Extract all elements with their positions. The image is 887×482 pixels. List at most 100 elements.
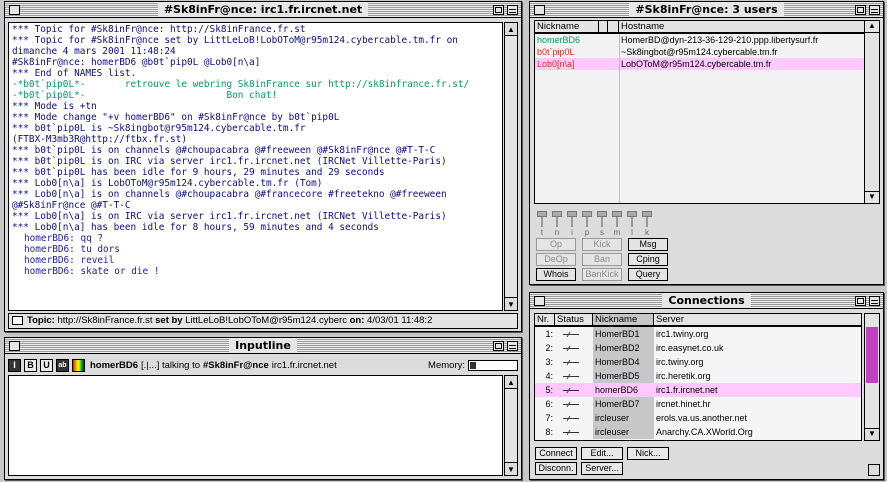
log-line: *** Lob0[n\a] is LobOToM@r95m124.cyberca…	[12, 178, 323, 189]
connection-row[interactable]: 2: HomerBD2 irc.easynet.co.uk	[535, 341, 861, 355]
users-list-scrollbar[interactable]: ▲ ▼	[864, 20, 880, 204]
deop-button[interactable]: DeOp	[536, 253, 576, 266]
query-button[interactable]: Query	[628, 268, 668, 281]
connection-nickname: ircleuser	[593, 425, 654, 439]
connection-status	[555, 383, 593, 397]
mode-switch-t[interactable]: t	[536, 209, 548, 237]
collapse-box-icon[interactable]	[507, 341, 518, 351]
setby-label: set by	[155, 315, 183, 326]
reverse-button[interactable]: ab	[56, 358, 69, 372]
disconnect-button[interactable]: Disconn.	[535, 462, 577, 475]
connection-row[interactable]: 7: ircleuser erols.va.us.another.net	[535, 411, 861, 425]
channel-log[interactable]: *** Topic for #Sk8inFr@nce: http://Sk8in…	[8, 22, 503, 311]
msg-button[interactable]: Msg	[628, 238, 668, 251]
connection-status	[555, 425, 593, 439]
mode-switch-m[interactable]: m	[611, 209, 623, 237]
mode-switch-s[interactable]: s	[596, 209, 608, 237]
close-box-icon[interactable]	[9, 5, 20, 15]
op-button[interactable]: Op	[536, 238, 576, 251]
setby-value: LittLeLoB!LobOToM@r95m124.cyberc	[185, 315, 347, 326]
italic-button[interactable]: I	[8, 358, 21, 372]
message-input[interactable]	[8, 375, 503, 476]
scroll-up-arrow-icon[interactable]: ▲	[505, 376, 517, 389]
zoom-box-icon[interactable]	[493, 5, 504, 15]
server-column-header[interactable]: Server	[654, 314, 861, 325]
channel-window: #Sk8inFr@nce: irc1.fr.ircnet.net *** Top…	[4, 1, 522, 332]
connection-status-icon	[563, 388, 579, 394]
mode-switch-k[interactable]: k	[641, 209, 653, 237]
inputline-scrollbar[interactable]: ▲ ▼	[504, 375, 518, 476]
nickname-column-header[interactable]: Nickname	[535, 21, 599, 32]
column-divider	[619, 34, 620, 203]
connection-status-icon	[563, 332, 579, 338]
scroll-up-arrow-icon[interactable]: ▲	[865, 21, 879, 33]
whois-button[interactable]: Whois	[536, 268, 576, 281]
zoom-box-icon[interactable]	[855, 5, 866, 15]
channel-log-scrollbar[interactable]: ▲ ▼	[504, 22, 518, 311]
connect-button[interactable]: Connect	[535, 447, 577, 460]
mode-letter: t	[540, 228, 544, 237]
topic-edit-icon[interactable]	[12, 316, 23, 325]
user-row[interactable]: Lob0[n\a] LobOToM@r95m124.cybercable.tm.f…	[535, 58, 864, 70]
scroll-down-arrow-icon[interactable]: ▼	[865, 428, 879, 440]
close-box-icon[interactable]	[534, 296, 545, 306]
zoom-box-icon[interactable]	[493, 341, 504, 351]
bankick-button[interactable]: BanKick	[582, 268, 622, 281]
server-button[interactable]: Server...	[581, 462, 623, 475]
ban-button[interactable]: Ban	[582, 253, 622, 266]
connection-status	[555, 341, 593, 355]
scroll-up-arrow-icon[interactable]: ▲	[505, 23, 517, 36]
hostname-column-header[interactable]: Hostname	[619, 21, 864, 32]
scroll-down-arrow-icon[interactable]: ▼	[505, 297, 517, 310]
scroll-down-arrow-icon[interactable]: ▼	[865, 191, 879, 203]
mode-switch-l[interactable]: l	[626, 209, 638, 237]
scroll-down-arrow-icon[interactable]: ▼	[505, 462, 517, 475]
collapse-box-icon[interactable]	[507, 5, 518, 15]
bold-button[interactable]: B	[24, 358, 37, 372]
mode-switch-n[interactable]: n	[551, 209, 563, 237]
status-column-header[interactable]: Status	[555, 314, 593, 325]
user-hostname: HomerBD@dyn-213-36-129-210.ppp.libertysu…	[621, 35, 819, 45]
connection-nickname: HomerBD7	[593, 397, 654, 411]
edit-button[interactable]: Edit...	[581, 447, 623, 460]
users-list[interactable]: homerBD6 HomerBD@dyn-213-36-129-210.ppp.l…	[534, 33, 865, 204]
kick-button[interactable]: Kick	[582, 238, 622, 251]
collapse-box-icon[interactable]	[869, 296, 880, 306]
color-palette-icon[interactable]	[72, 358, 85, 372]
collapse-box-icon[interactable]	[869, 5, 880, 15]
user-row[interactable]: b0t`pip0L ~Sk8ingbot@r95m124.cybercable.t…	[535, 46, 864, 58]
connection-number: 4:	[545, 371, 553, 381]
connections-window-titlebar[interactable]: Connections	[530, 293, 883, 309]
close-box-icon[interactable]	[9, 341, 20, 351]
connection-row[interactable]: 5: homerBD6 irc1.fr.ircnet.net	[535, 383, 861, 397]
nickname-column-header[interactable]: Nickname	[593, 314, 654, 325]
underline-button[interactable]: U	[40, 358, 53, 372]
connection-row[interactable]: 8: ircleuser Anarchy.CA.XWorld.Org	[535, 425, 861, 439]
connection-row[interactable]: 4: HomerBD5 irc.heretik.org	[535, 369, 861, 383]
connections-list[interactable]: 1: HomerBD1 irc1.twiny.org 2: HomerBD2 irc.ea…	[534, 326, 862, 441]
cping-button[interactable]: Cping	[628, 253, 668, 266]
log-line: *** b0t`pip0L has been idle for 9 hours,…	[12, 167, 385, 178]
log-line: (FTBX-M3mb3R@http://ftbx.fr.st)	[12, 134, 187, 145]
user-row[interactable]: homerBD6 HomerBD@dyn-213-36-129-210.ppp.l…	[535, 34, 864, 46]
mode-switch-p[interactable]: p	[581, 209, 593, 237]
talking-server: irc1.fr.ircnet.net	[271, 359, 337, 371]
zoom-box-icon[interactable]	[855, 296, 866, 306]
connection-number: 3:	[545, 357, 553, 367]
inputline-window-titlebar[interactable]: Inputline	[5, 338, 521, 354]
connections-list-scrollbar[interactable]: ▼	[864, 313, 880, 441]
connection-row[interactable]: 3: HomerBD4 irc.twiny.org	[535, 355, 861, 369]
channel-window-titlebar[interactable]: #Sk8inFr@nce: irc1.fr.ircnet.net	[5, 2, 521, 18]
nr-column-header[interactable]: Nr.	[535, 314, 555, 325]
connection-status	[555, 327, 593, 341]
mode-switch-i[interactable]: i	[566, 209, 578, 237]
users-window-titlebar[interactable]: #Sk8inFr@nce: 3 users	[530, 2, 883, 18]
mode-letter: k	[645, 228, 649, 237]
close-box-icon[interactable]	[534, 5, 545, 15]
connection-row[interactable]: 6: HomerBD7 ircnet.hinet.hr	[535, 397, 861, 411]
connection-row[interactable]: 1: HomerBD1 irc1.twiny.org	[535, 327, 861, 341]
log-line: @#Sk8inFr@nce @#T-T-C	[12, 200, 131, 211]
resize-grip-icon[interactable]	[868, 464, 880, 476]
nick-button[interactable]: Nick...	[627, 447, 669, 460]
scroll-thumb[interactable]	[866, 327, 878, 383]
